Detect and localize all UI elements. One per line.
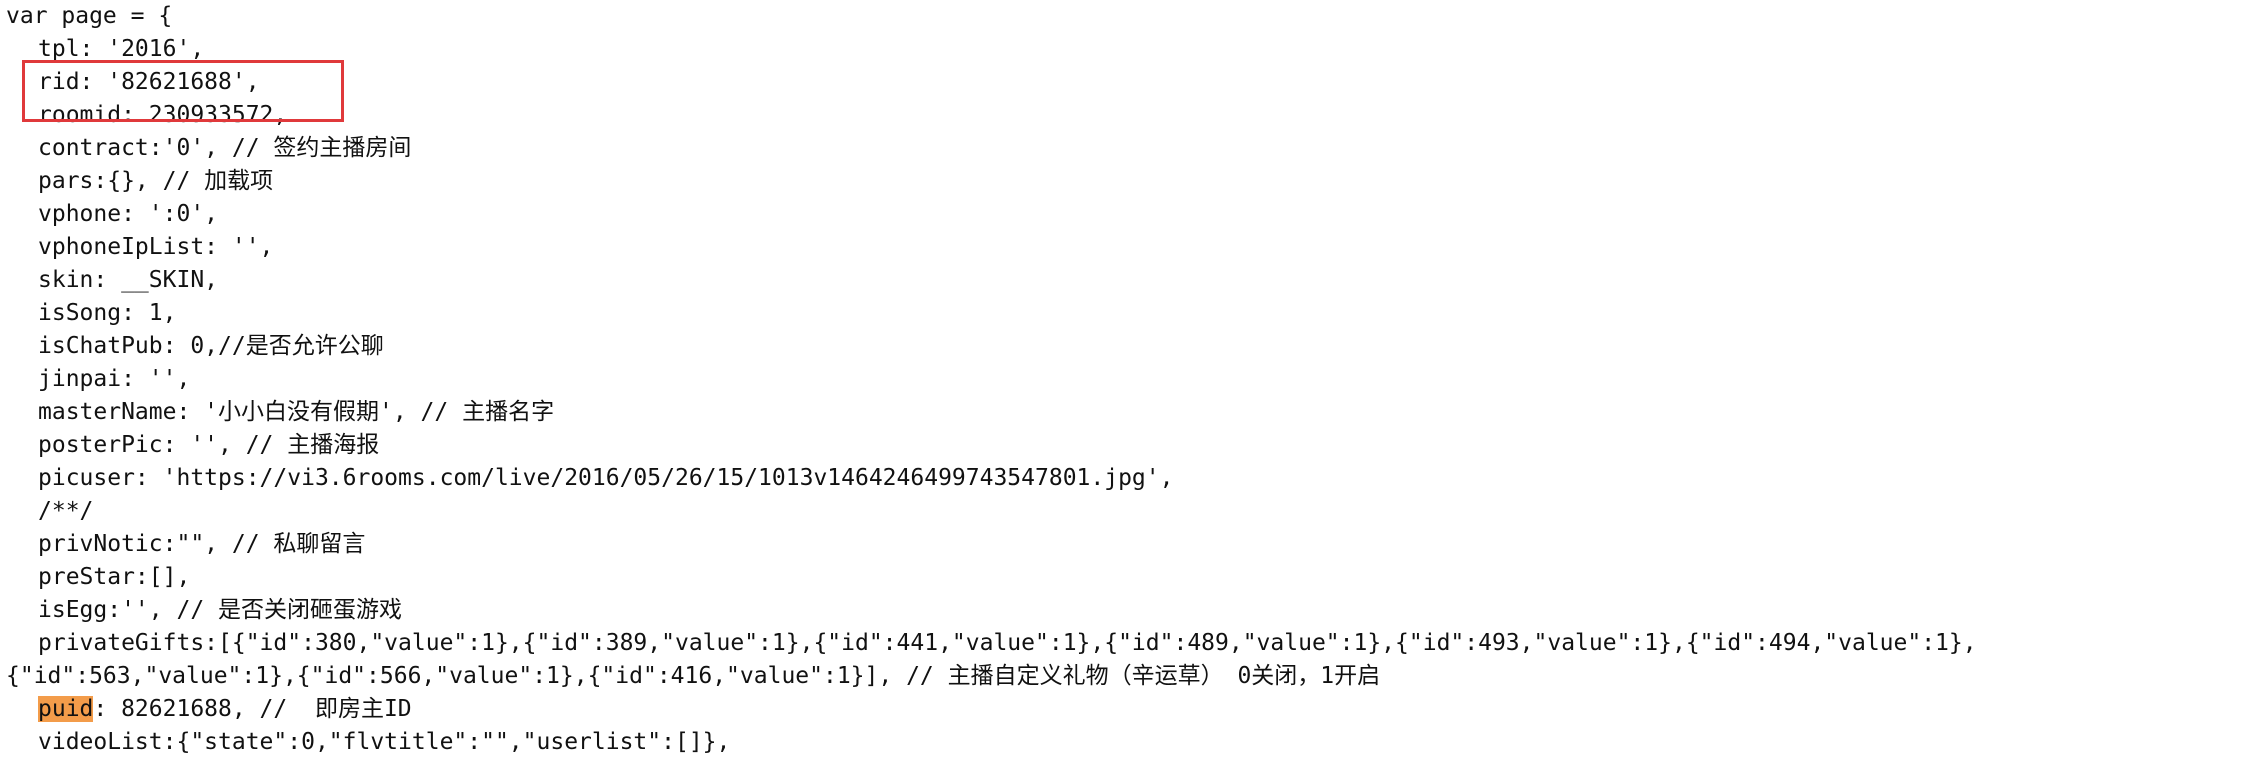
code-line: var page = { (6, 3, 173, 29)
code-line-puid: puid: 82621688, // 即房主ID (6, 693, 2242, 726)
code-line: /**/ (38, 498, 94, 524)
code-line: pars:{}, // 加载项 (38, 168, 274, 194)
code-line: preStar:[], (38, 564, 191, 590)
code-line: {"id":563,"value":1},{"id":566,"value":1… (6, 663, 1381, 689)
code-line: isSong: 1, (38, 300, 177, 326)
code-line: vphoneIpList: '', (38, 234, 274, 260)
code-line: vphone: ':0', (38, 201, 219, 227)
code-line: privNotic:"", // 私聊留言 (38, 531, 366, 557)
annotation-box (22, 60, 344, 122)
code-line: isChatPub: 0,//是否允许公聊 (38, 333, 384, 359)
code-line: masterName: '小小白没有假期', // 主播名字 (38, 399, 555, 425)
code-line: picuser: 'https://vi3.6rooms.com/live/20… (38, 465, 1174, 491)
code-line: privateGifts:[{"id":380,"value":1},{"id"… (38, 630, 1977, 656)
code-line: videoList:{"state":0,"flvtitle":"","user… (38, 729, 731, 755)
code-line: skin: __SKIN, (38, 267, 219, 293)
code-line: jinpai: '', (38, 366, 191, 392)
code-line: isEgg:'', // 是否关闭砸蛋游戏 (38, 597, 403, 623)
code-line: posterPic: '', // 主播海报 (38, 432, 380, 458)
code-line-rest: : 82621688, // 即房主ID (93, 696, 412, 722)
search-highlight: puid (38, 696, 94, 722)
code-line: contract:'0', // 签约主播房间 (38, 135, 412, 161)
